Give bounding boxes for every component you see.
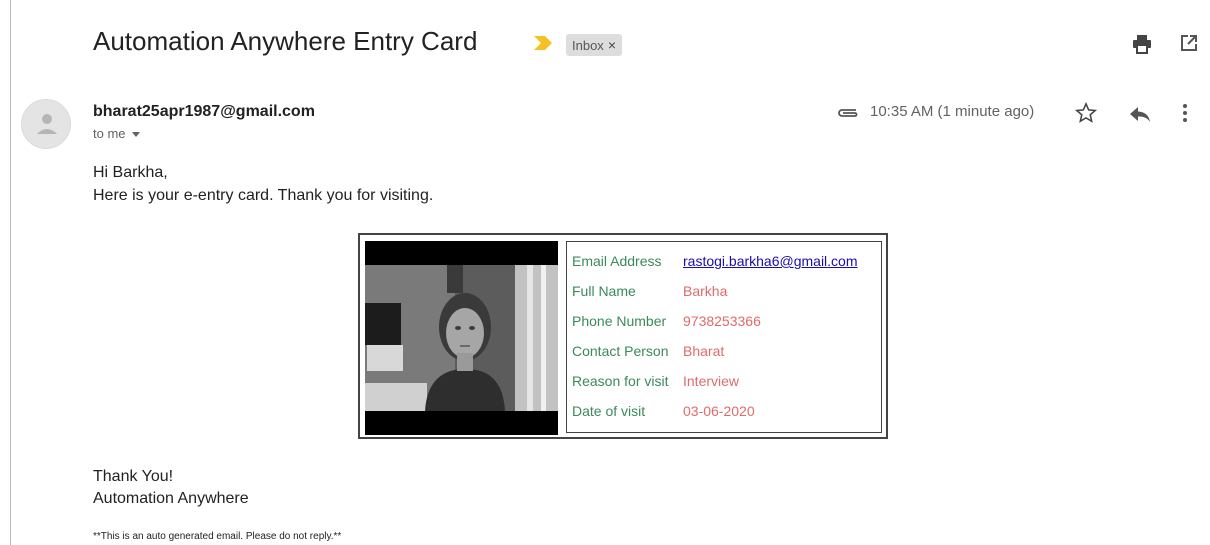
info-label: Full Name [572, 283, 636, 299]
email-timestamp: 10:35 AM (1 minute ago) [870, 103, 1035, 120]
sender-avatar[interactable] [21, 99, 71, 149]
info-label: Date of visit [572, 403, 646, 419]
attachment-icon [838, 109, 858, 117]
auto-generated-notice: **This is an auto generated email. Pleas… [93, 531, 342, 542]
important-marker-icon[interactable] [534, 36, 552, 50]
sender-email: bharat25apr1987@gmail.com [93, 103, 315, 120]
info-value: Barkha [683, 283, 728, 299]
info-value: 9738253366 [683, 313, 761, 329]
greeting-text: Hi Barkha, [93, 164, 168, 181]
more-vertical-icon[interactable] [1181, 103, 1189, 123]
info-value: Bharat [683, 343, 725, 359]
info-value: Interview [683, 373, 740, 389]
remove-label-icon[interactable]: × [608, 37, 616, 53]
info-label: Contact Person [572, 343, 669, 359]
open-in-new-window-icon[interactable] [1180, 34, 1198, 52]
signoff-thanks: Thank You! [93, 468, 174, 485]
info-value: 03-06-2020 [683, 403, 755, 419]
inbox-label-chip[interactable]: Inbox × [566, 34, 622, 56]
visitor-photo [365, 241, 558, 435]
entry-card: Email Address rastogi.barkha6@gmail.com … [358, 233, 888, 439]
recipient-details-toggle[interactable]: to me [93, 126, 140, 141]
default-avatar-icon [37, 114, 57, 134]
print-icon[interactable] [1132, 34, 1152, 54]
star-icon[interactable] [1075, 102, 1097, 124]
intro-text: Here is your e-entry card. Thank you for… [93, 187, 434, 204]
info-label: Reason for visit [572, 373, 669, 389]
chevron-down-icon [131, 132, 140, 138]
recipient-text: to me [93, 126, 126, 141]
visitor-email-link[interactable]: rastogi.barkha6@gmail.com [683, 246, 858, 276]
info-label: Email Address [572, 253, 662, 269]
window-left-border [10, 0, 11, 545]
visitor-info-table: Email Address rastogi.barkha6@gmail.com … [566, 241, 882, 433]
inbox-label-text: Inbox [572, 38, 604, 53]
info-label: Phone Number [572, 313, 667, 329]
email-subject: Automation Anywhere Entry Card [93, 26, 478, 56]
visitor-photo-image [365, 265, 558, 411]
signoff-company: Automation Anywhere [93, 490, 249, 507]
reply-icon[interactable] [1129, 104, 1151, 124]
